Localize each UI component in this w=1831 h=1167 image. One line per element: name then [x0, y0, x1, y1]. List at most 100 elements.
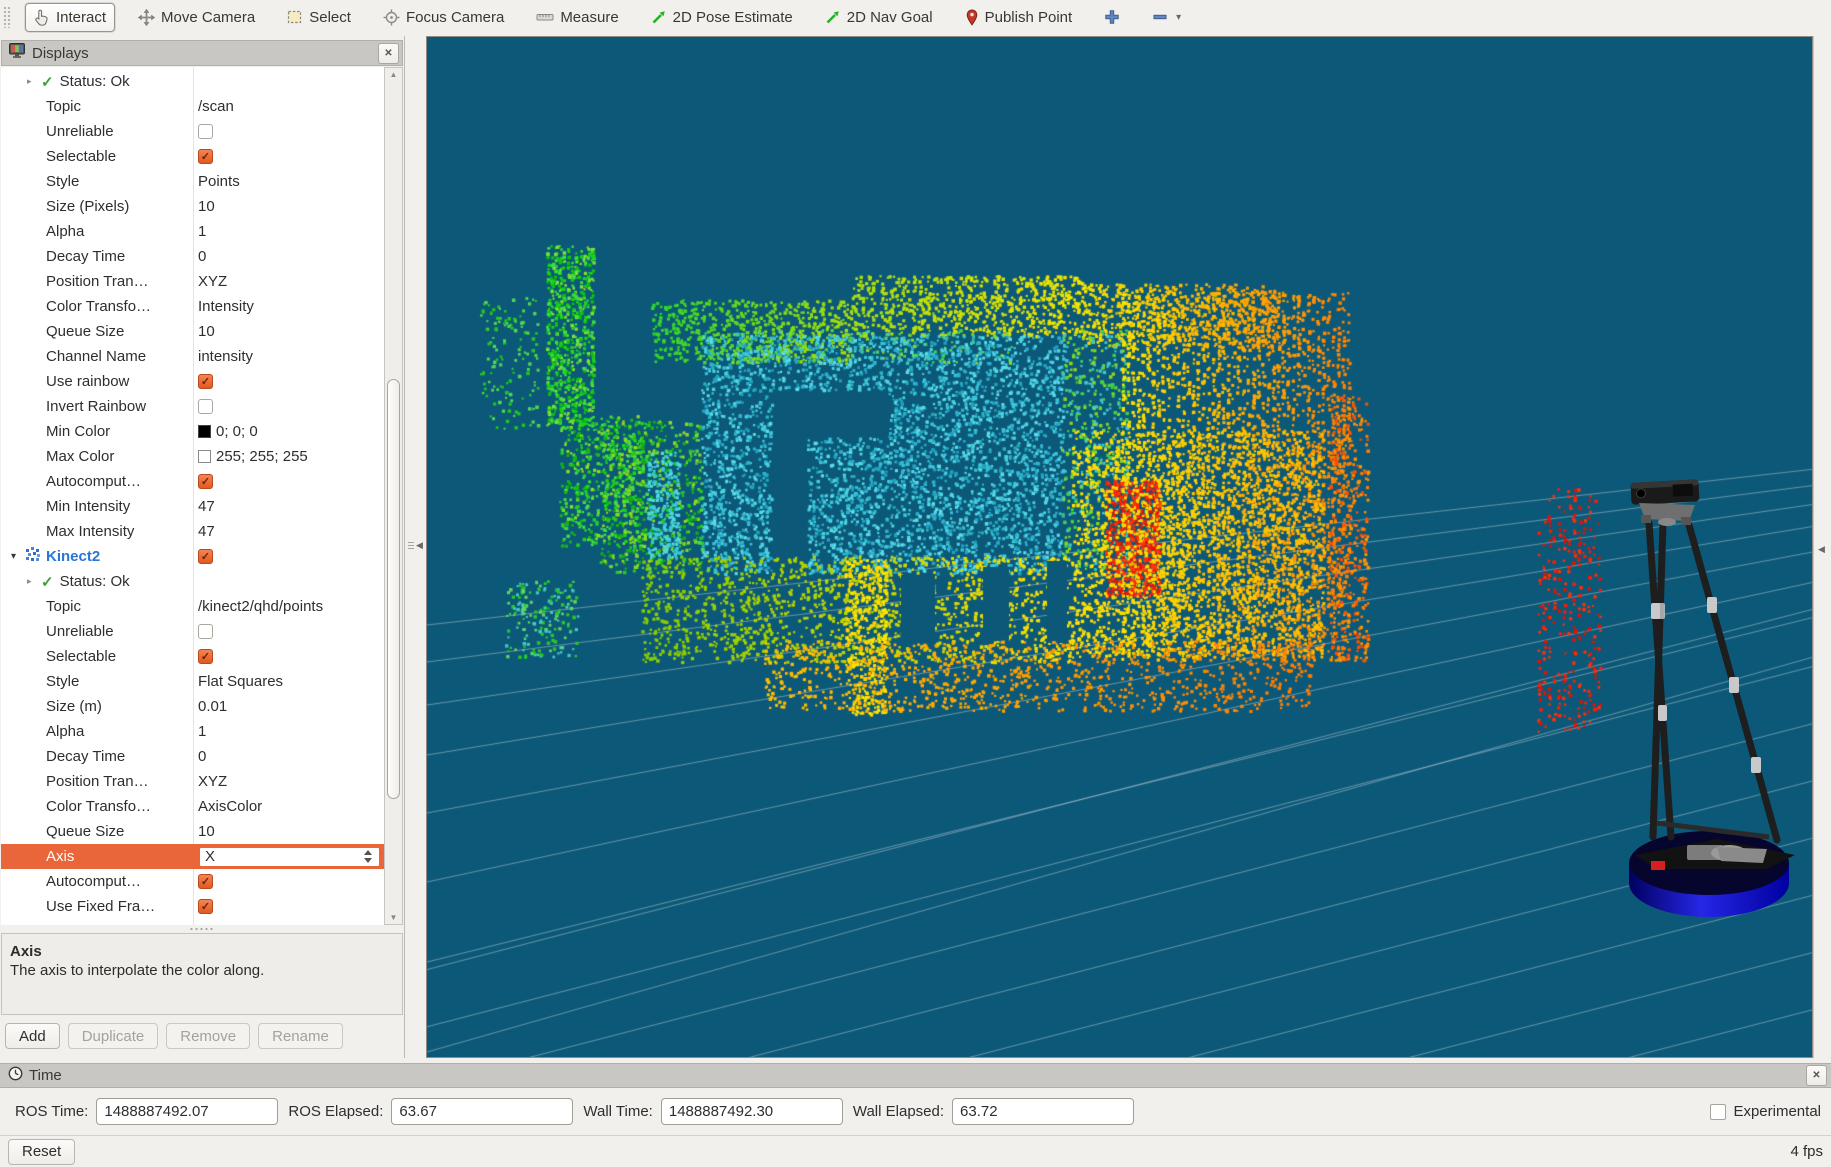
tree-row-max-intensity[interactable]: Max Intensity47 — [1, 519, 384, 544]
property-value[interactable]: 47 — [198, 523, 215, 540]
property-value[interactable]: 1 — [198, 223, 206, 240]
property-checkbox[interactable]: ✓ — [198, 474, 213, 489]
collapse-right-handle[interactable]: ◀ — [1818, 544, 1825, 555]
property-checkbox[interactable]: ✓ — [198, 374, 213, 389]
close-icon[interactable]: ✕ — [1806, 1065, 1827, 1086]
ros-elapsed-input[interactable] — [391, 1098, 573, 1125]
reset-button[interactable]: Reset — [8, 1139, 75, 1165]
remove-tool-button[interactable]: ▾ — [1143, 3, 1190, 32]
property-checkbox[interactable]: ✓ — [198, 649, 213, 664]
tree-row-color-transfo[interactable]: Color Transfo…AxisColor — [1, 794, 384, 819]
tree-scrollbar[interactable]: ▲ ▼ — [384, 67, 403, 925]
spin-down-icon[interactable] — [364, 858, 372, 863]
property-value[interactable]: Intensity — [198, 298, 254, 315]
scroll-up-icon[interactable]: ▲ — [385, 70, 402, 79]
tree-row-min-color[interactable]: Min Color0; 0; 0 — [1, 419, 384, 444]
expander-icon[interactable]: ▾ — [11, 551, 25, 562]
property-checkbox[interactable]: ✓ — [198, 874, 213, 889]
render-canvas[interactable] — [427, 37, 1812, 1057]
tree-row-size-pixels[interactable]: Size (Pixels)10 — [1, 194, 384, 219]
toolbar-grip[interactable] — [3, 6, 11, 28]
tool-select[interactable]: Select — [278, 3, 360, 32]
property-value[interactable]: /scan — [198, 98, 234, 115]
property-value[interactable]: AxisColor — [198, 798, 262, 815]
tree-row-unreliable[interactable]: Unreliable — [1, 619, 384, 644]
expander-icon[interactable]: ▸ — [27, 76, 41, 87]
color-swatch[interactable] — [198, 425, 211, 438]
tree-row-queue-size[interactable]: Queue Size10 — [1, 319, 384, 344]
display-enabled-checkbox[interactable]: ✓ — [198, 549, 213, 564]
tool-interact[interactable]: Interact — [25, 3, 115, 32]
property-value[interactable]: 0 — [198, 748, 206, 765]
color-swatch[interactable] — [198, 450, 211, 463]
scroll-down-icon[interactable]: ▼ — [385, 913, 402, 922]
tree-row-color-transfo[interactable]: Color Transfo…Intensity — [1, 294, 384, 319]
scrollbar-thumb[interactable] — [387, 379, 400, 799]
tree-row-unreliable[interactable]: Unreliable — [1, 119, 384, 144]
tree-row-channel-name[interactable]: Channel Nameintensity — [1, 344, 384, 369]
tree-row-size-m[interactable]: Size (m)0.01 — [1, 694, 384, 719]
property-value[interactable]: 10 — [198, 823, 215, 840]
ros-time-input[interactable] — [96, 1098, 278, 1125]
spin-up-icon[interactable] — [364, 850, 372, 855]
property-value[interactable]: Flat Squares — [198, 673, 283, 690]
property-value[interactable]: 1 — [198, 723, 206, 740]
expander-icon[interactable]: ▸ — [27, 576, 41, 587]
property-value[interactable]: 10 — [198, 323, 215, 340]
tree-row-alpha[interactable]: Alpha1 — [1, 219, 384, 244]
add-button[interactable]: Add — [5, 1023, 60, 1049]
experimental-checkbox[interactable] — [1710, 1104, 1726, 1120]
help-splitter[interactable] — [1, 925, 403, 933]
tool-2d-nav-goal[interactable]: 2D Nav Goal — [816, 3, 942, 32]
property-value[interactable]: 47 — [198, 498, 215, 515]
property-checkbox[interactable]: ✓ — [198, 149, 213, 164]
property-value[interactable]: 0.01 — [198, 698, 227, 715]
tree-row-status-ok[interactable]: ▸✓Status: Ok — [1, 69, 384, 94]
tree-row-decay-time[interactable]: Decay Time0 — [1, 744, 384, 769]
add-tool-button[interactable] — [1095, 3, 1129, 32]
render-viewport[interactable] — [426, 36, 1813, 1058]
tree-row-min-intensity[interactable]: Min Intensity47 — [1, 494, 384, 519]
property-checkbox[interactable] — [198, 399, 213, 414]
panel-splitter[interactable]: ◀ — [405, 36, 426, 1058]
property-value[interactable]: intensity — [198, 348, 253, 365]
property-checkbox[interactable] — [198, 124, 213, 139]
tree-row-selectable[interactable]: Selectable✓ — [1, 644, 384, 669]
tree-row-alpha[interactable]: Alpha1 — [1, 719, 384, 744]
tree-row-selectable[interactable]: Selectable✓ — [1, 144, 384, 169]
property-value[interactable]: 10 — [198, 198, 215, 215]
wall-elapsed-input[interactable] — [952, 1098, 1134, 1125]
property-value[interactable]: 0 — [198, 248, 206, 265]
spinner[interactable] — [360, 850, 379, 863]
property-value[interactable]: XYZ — [198, 273, 227, 290]
right-panel-splitter[interactable]: ◀ — [1813, 36, 1831, 1058]
property-checkbox[interactable] — [198, 624, 213, 639]
tree-row-decay-time[interactable]: Decay Time0 — [1, 244, 384, 269]
tool-focus-camera[interactable]: Focus Camera — [374, 3, 513, 32]
tree-row-axis[interactable]: AxisX — [1, 844, 384, 869]
tree-row-autocomput[interactable]: Autocomput…✓ — [1, 469, 384, 494]
tree-row-status-ok[interactable]: ▸✓Status: Ok — [1, 569, 384, 594]
property-value[interactable]: XYZ — [198, 773, 227, 790]
axis-combo[interactable]: X — [198, 846, 381, 868]
property-value[interactable]: /kinect2/qhd/points — [198, 598, 323, 615]
tree-row-topic[interactable]: Topic/scan — [1, 94, 384, 119]
tree-row-style[interactable]: StylePoints — [1, 169, 384, 194]
tree-row-use-rainbow[interactable]: Use rainbow✓ — [1, 369, 384, 394]
tree-row-queue-size[interactable]: Queue Size10 — [1, 819, 384, 844]
tree-row-kinect2[interactable]: ▾Kinect2✓ — [1, 544, 384, 569]
collapse-left-handle[interactable]: ◀ — [408, 540, 423, 551]
tree-row-topic[interactable]: Topic/kinect2/qhd/points — [1, 594, 384, 619]
tool-publish-point[interactable]: Publish Point — [956, 3, 1082, 32]
tool-measure[interactable]: Measure — [527, 3, 627, 32]
wall-time-input[interactable] — [661, 1098, 843, 1125]
tool-move-camera[interactable]: Move Camera — [129, 3, 264, 32]
tree-row-autocomput[interactable]: Autocomput…✓ — [1, 869, 384, 894]
tool-2d-pose-estimate[interactable]: 2D Pose Estimate — [642, 3, 802, 32]
tree-row-invert-rainbow[interactable]: Invert Rainbow — [1, 394, 384, 419]
tree-row-max-color[interactable]: Max Color255; 255; 255 — [1, 444, 384, 469]
tree-row-style[interactable]: StyleFlat Squares — [1, 669, 384, 694]
close-icon[interactable]: ✕ — [378, 43, 399, 64]
property-value[interactable]: Points — [198, 173, 240, 190]
tree-row-position-tran[interactable]: Position Tran…XYZ — [1, 769, 384, 794]
